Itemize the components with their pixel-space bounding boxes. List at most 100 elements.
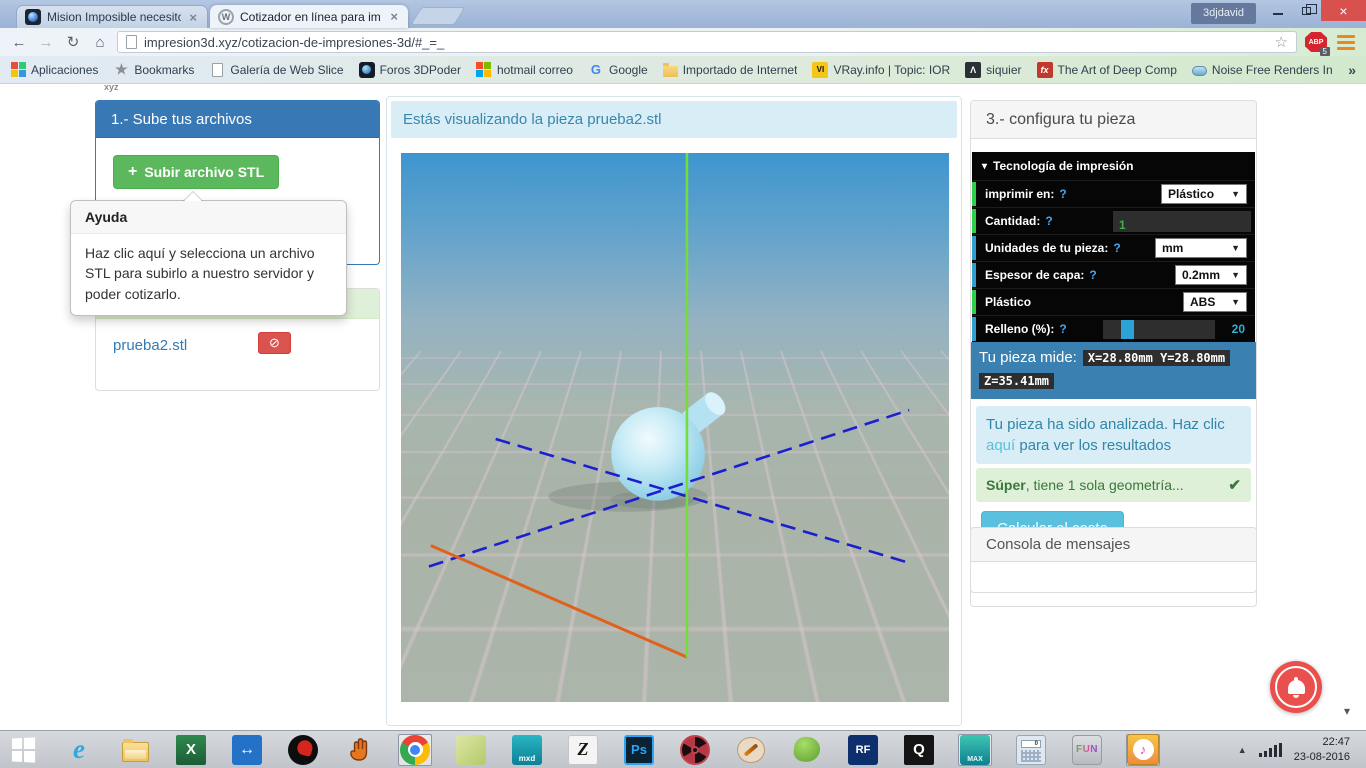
minimize-button[interactable] bbox=[1263, 0, 1292, 21]
taskbar-clock[interactable]: 22:47 23-08-2016 bbox=[1294, 735, 1350, 764]
upload-stl-button[interactable]: + Subir archivo STL bbox=[113, 155, 280, 189]
console-panel: Consola de mensajes bbox=[970, 527, 1257, 593]
browser-menu-button[interactable] bbox=[1335, 33, 1357, 52]
tab-cotizador[interactable]: W Cotizador en línea para im × bbox=[210, 5, 408, 28]
check-icon: ✔ bbox=[1228, 477, 1241, 494]
window-controls: × bbox=[1263, 0, 1366, 21]
taskbar-quixel[interactable]: Q bbox=[902, 734, 936, 766]
bookmark-siquier[interactable]: Λ siquier bbox=[965, 61, 1022, 78]
restore-button[interactable] bbox=[1292, 0, 1321, 21]
help-icon[interactable]: ? bbox=[1089, 268, 1096, 282]
taskbar-fun-drive[interactable]: FUN bbox=[1070, 734, 1104, 766]
row-accent bbox=[972, 263, 976, 287]
back-button[interactable]: ← bbox=[9, 35, 29, 50]
taskbar-internet-explorer[interactable]: e bbox=[62, 734, 96, 766]
unidades-select[interactable]: mm ▼ bbox=[1155, 238, 1247, 258]
imprimir-en-select[interactable]: Plástico ▼ bbox=[1161, 184, 1247, 204]
browser-profile-badge[interactable]: 3djdavid bbox=[1191, 3, 1256, 24]
bookmark-google[interactable]: G Google bbox=[588, 62, 648, 78]
fun-drive-icon: FUN bbox=[1072, 734, 1102, 765]
taskbar-teamviewer[interactable]: ↔ bbox=[230, 734, 264, 766]
taskbar-file-explorer[interactable] bbox=[118, 734, 152, 766]
teamviewer-icon: ↔ bbox=[232, 734, 262, 765]
windows-icon bbox=[476, 61, 492, 78]
help-icon[interactable]: ? bbox=[1059, 322, 1066, 336]
bookmark-aplicaciones[interactable]: Aplicaciones bbox=[10, 61, 98, 78]
section-tecnologia[interactable]: ▾ Tecnología de impresión bbox=[972, 152, 1255, 180]
cantidad-input[interactable]: 1 bbox=[1113, 210, 1251, 232]
chevron-down-icon: ▾ bbox=[982, 160, 988, 172]
tab-close-icon[interactable]: × bbox=[187, 10, 199, 25]
help-tooltip-title: Ayuda bbox=[71, 201, 346, 234]
row-espesor: Espesor de capa: ? 0.2mm ▼ bbox=[972, 261, 1255, 288]
new-tab-button[interactable] bbox=[410, 7, 466, 25]
home-button[interactable]: ⌂ bbox=[90, 35, 110, 50]
measure-xy: X=28.80mm Y=28.80mm bbox=[1082, 350, 1231, 366]
viewport-scene bbox=[428, 153, 912, 659]
taskbar-green-app[interactable] bbox=[454, 734, 488, 766]
bookmark-star-icon[interactable]: ☆ bbox=[1275, 33, 1288, 51]
file-link[interactable]: prueba2.stl bbox=[113, 337, 187, 354]
corner-caret-icon[interactable]: ▾ bbox=[1344, 704, 1350, 718]
bookmark-noise-free-renders[interactable]: Noise Free Renders In bbox=[1191, 63, 1333, 77]
taskbar-photoshop[interactable]: Ps bbox=[622, 734, 656, 766]
excel-icon: X bbox=[176, 734, 206, 765]
3d-viewport[interactable] bbox=[401, 153, 949, 702]
relleno-slider[interactable] bbox=[1102, 319, 1215, 339]
system-tray: ▲ 22:47 23-08-2016 bbox=[1238, 735, 1360, 764]
bookmark-bookmarks[interactable]: ★ Bookmarks bbox=[113, 62, 194, 78]
bookmark-importado-de-internet[interactable]: Importado de Internet bbox=[662, 62, 797, 77]
reload-button[interactable]: ↻ bbox=[63, 35, 83, 50]
chevron-down-icon: ▼ bbox=[1231, 243, 1240, 253]
taskbar-media-player[interactable] bbox=[286, 734, 320, 766]
page-content: xyz 1.- Sube tus archivos + Subir archiv… bbox=[0, 84, 1366, 730]
row-accent bbox=[972, 236, 976, 260]
bookmark-vray-info[interactable]: VI VRay.info | Topic: IOR bbox=[812, 61, 950, 78]
bookmark-galeria-web-slice[interactable]: Galería de Web Slice bbox=[209, 62, 344, 78]
site-logo-fragment: xyz bbox=[104, 84, 119, 92]
results-link[interactable]: aquí bbox=[986, 437, 1015, 454]
zbrush-icon: Z bbox=[568, 734, 598, 765]
slider-handle[interactable] bbox=[1120, 319, 1134, 339]
page-icon bbox=[126, 35, 137, 49]
delete-file-button[interactable]: ⊘ bbox=[258, 332, 291, 354]
help-icon[interactable]: ? bbox=[1113, 241, 1120, 255]
espesor-select[interactable]: 0.2mm ▼ bbox=[1175, 265, 1247, 285]
network-signal-icon[interactable] bbox=[1258, 742, 1282, 757]
taskbar-start-button[interactable] bbox=[6, 734, 40, 766]
taskbar-3ds-max[interactable]: MAX bbox=[958, 733, 992, 766]
tab-mision-imposible[interactable]: Mision Imposible necesito × bbox=[16, 5, 208, 28]
taskbar-painter[interactable] bbox=[734, 734, 768, 766]
taskbar-zbrush[interactable]: Z bbox=[566, 734, 600, 766]
bookmark-hotmail-correo[interactable]: hotmail correo bbox=[476, 61, 573, 78]
close-button[interactable]: × bbox=[1321, 0, 1366, 21]
tab-title: Cotizador en línea para im bbox=[240, 9, 381, 24]
taskbar-nuke[interactable] bbox=[678, 734, 712, 766]
bookmark-foros-3dpoder[interactable]: Foros 3DPoder bbox=[358, 61, 461, 78]
plastico-select[interactable]: ABS ▼ bbox=[1183, 292, 1247, 312]
taskbar-excel[interactable]: X bbox=[174, 734, 208, 766]
help-icon[interactable]: ? bbox=[1059, 187, 1066, 201]
adblock-badge: 5 bbox=[1319, 47, 1330, 56]
address-bar[interactable]: impresion3d.xyz/cotizacion-de-impresione… bbox=[117, 31, 1297, 53]
tab-close-icon[interactable]: × bbox=[388, 9, 400, 24]
taskbar-creature-app[interactable] bbox=[790, 734, 824, 766]
taskbar-itunes[interactable]: ♪ bbox=[1126, 733, 1160, 766]
taskbar-hand-app[interactable] bbox=[342, 734, 376, 766]
palette-icon bbox=[737, 736, 765, 763]
adblock-button[interactable]: ABP 5 bbox=[1304, 31, 1330, 56]
bookmark-art-of-deep-comp[interactable]: fx The Art of Deep Comp bbox=[1036, 61, 1177, 78]
row-cantidad: Cantidad: ? 1 bbox=[972, 207, 1255, 234]
bookmarks-overflow-chevron[interactable]: » bbox=[1348, 62, 1356, 78]
clock-date: 23-08-2016 bbox=[1293, 750, 1350, 763]
url-text[interactable]: impresion3d.xyz/cotizacion-de-impresione… bbox=[144, 35, 1268, 50]
google-icon: G bbox=[590, 62, 602, 77]
tray-expand-arrow-icon[interactable]: ▲ bbox=[1238, 745, 1247, 755]
taskbar-chrome[interactable] bbox=[398, 733, 432, 766]
help-icon[interactable]: ? bbox=[1045, 214, 1052, 228]
taskbar-realflow[interactable]: RF bbox=[846, 734, 880, 766]
forward-button[interactable]: → bbox=[36, 35, 56, 50]
taskbar-calculator[interactable]: 0 bbox=[1014, 734, 1048, 766]
taskbar-mixamo[interactable]: mxd bbox=[510, 734, 544, 766]
notification-bell-button[interactable] bbox=[1270, 661, 1322, 713]
